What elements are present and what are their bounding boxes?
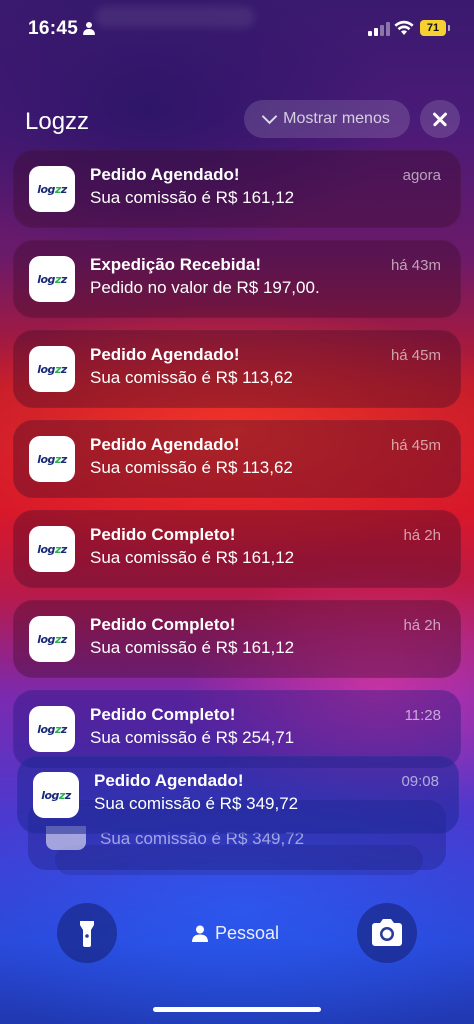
notification-group-header: Logzz Mostrar menos bbox=[0, 100, 474, 140]
notification-title: Pedido Completo! bbox=[90, 705, 236, 724]
notification-card[interactable]: logzz Pedido Agendado! Sua comissão é R$ 1… bbox=[13, 150, 461, 228]
notification-title: Pedido Agendado! bbox=[90, 345, 240, 364]
notification-title: Expedição Recebida! bbox=[90, 255, 262, 274]
show-less-label: Mostrar menos bbox=[283, 110, 390, 127]
logzz-logo: logzz bbox=[41, 788, 71, 802]
battery-icon: 71 bbox=[420, 20, 446, 36]
logzz-logo: logzz bbox=[37, 452, 67, 466]
notification-body: Sua comissão é R$ 161,12 bbox=[90, 548, 295, 567]
flashlight-icon bbox=[80, 921, 94, 947]
logzz-app-icon: logzz bbox=[33, 772, 79, 818]
notification-time: 11:28 bbox=[404, 707, 441, 724]
notification-body: Sua comissão é R$ 113,62 bbox=[90, 458, 293, 477]
group-app-name: Logzz bbox=[25, 108, 90, 135]
notification-card[interactable]: logzz Pedido Agendado! Sua comissão é R$ 1… bbox=[13, 330, 461, 408]
notification-body: Sua comissão é R$ 161,12 bbox=[90, 188, 295, 207]
flashlight-button[interactable] bbox=[57, 903, 117, 963]
notification-body: Sua comissão é R$ 254,71 bbox=[90, 728, 295, 747]
notification-title: Pedido Agendado! bbox=[90, 165, 240, 184]
person-icon bbox=[83, 22, 96, 35]
notification-card[interactable]: logzz Pedido Agendado! Sua comissão é R$ 1… bbox=[13, 420, 461, 498]
logzz-logo: logzz bbox=[37, 542, 67, 556]
logzz-logo: logzz bbox=[37, 182, 67, 196]
logzz-logo: logzz bbox=[37, 632, 67, 646]
logzz-logo: logzz bbox=[37, 272, 67, 286]
notification-time: há 45m bbox=[390, 347, 441, 364]
notification-time: agora bbox=[402, 167, 441, 184]
notification-title: Pedido Agendado! bbox=[90, 435, 240, 454]
blurred-live-activity bbox=[95, 6, 255, 28]
camera-icon bbox=[372, 919, 402, 946]
notification-body: Sua comissão é R$ 161,12 bbox=[90, 638, 295, 657]
focus-mode-label[interactable]: Pessoal bbox=[192, 923, 279, 944]
notification-time: há 43m bbox=[390, 257, 441, 274]
notification-body: Pedido no valor de R$ 197,00. bbox=[90, 278, 320, 297]
logzz-app-icon: logzz bbox=[29, 256, 75, 302]
chevron-down-icon bbox=[261, 108, 278, 125]
logzz-app-icon: logzz bbox=[29, 616, 75, 662]
home-indicator[interactable] bbox=[153, 1007, 321, 1012]
notification-card[interactable]: logzz Pedido Completo! Sua comissão é R$ 1… bbox=[13, 600, 461, 678]
clear-notifications-button[interactable] bbox=[420, 100, 460, 138]
notification-time: há 2h bbox=[403, 527, 441, 544]
notification-card[interactable]: logzz Pedido Agendado! Sua comissão é R$ 3… bbox=[17, 756, 459, 834]
notification-title: Pedido Completo! bbox=[90, 615, 236, 634]
notification-time: há 45m bbox=[390, 437, 441, 454]
logzz-logo: logzz bbox=[37, 362, 67, 376]
status-time: 16:45 bbox=[28, 18, 96, 40]
logzz-app-icon: logzz bbox=[29, 166, 75, 212]
notification-body: Sua comissão é R$ 113,62 bbox=[90, 368, 293, 387]
notification-card[interactable]: logzz Pedido Completo! Sua comissão é R$ 1… bbox=[13, 510, 461, 588]
notification-card[interactable]: logzz Expedição Recebida! Pedido no valor … bbox=[13, 240, 461, 318]
notification-time: 09:08 bbox=[401, 773, 439, 790]
notification-body: Sua comissão é R$ 349,72 bbox=[94, 794, 299, 813]
cellular-signal-icon bbox=[368, 22, 390, 36]
logzz-logo: logzz bbox=[37, 722, 67, 736]
wifi-icon bbox=[394, 20, 414, 35]
notification-title: Pedido Completo! bbox=[90, 525, 236, 544]
logzz-app-icon: logzz bbox=[29, 346, 75, 392]
notification-title: Pedido Agendado! bbox=[94, 771, 244, 790]
camera-button[interactable] bbox=[357, 903, 417, 963]
status-bar: 16:45 71 bbox=[0, 0, 474, 60]
person-icon bbox=[192, 925, 208, 942]
show-less-button[interactable]: Mostrar menos bbox=[244, 100, 410, 138]
logzz-app-icon: logzz bbox=[29, 436, 75, 482]
notification-time: há 2h bbox=[403, 617, 441, 634]
logzz-app-icon: logzz bbox=[29, 706, 75, 752]
logzz-app-icon: logzz bbox=[29, 526, 75, 572]
